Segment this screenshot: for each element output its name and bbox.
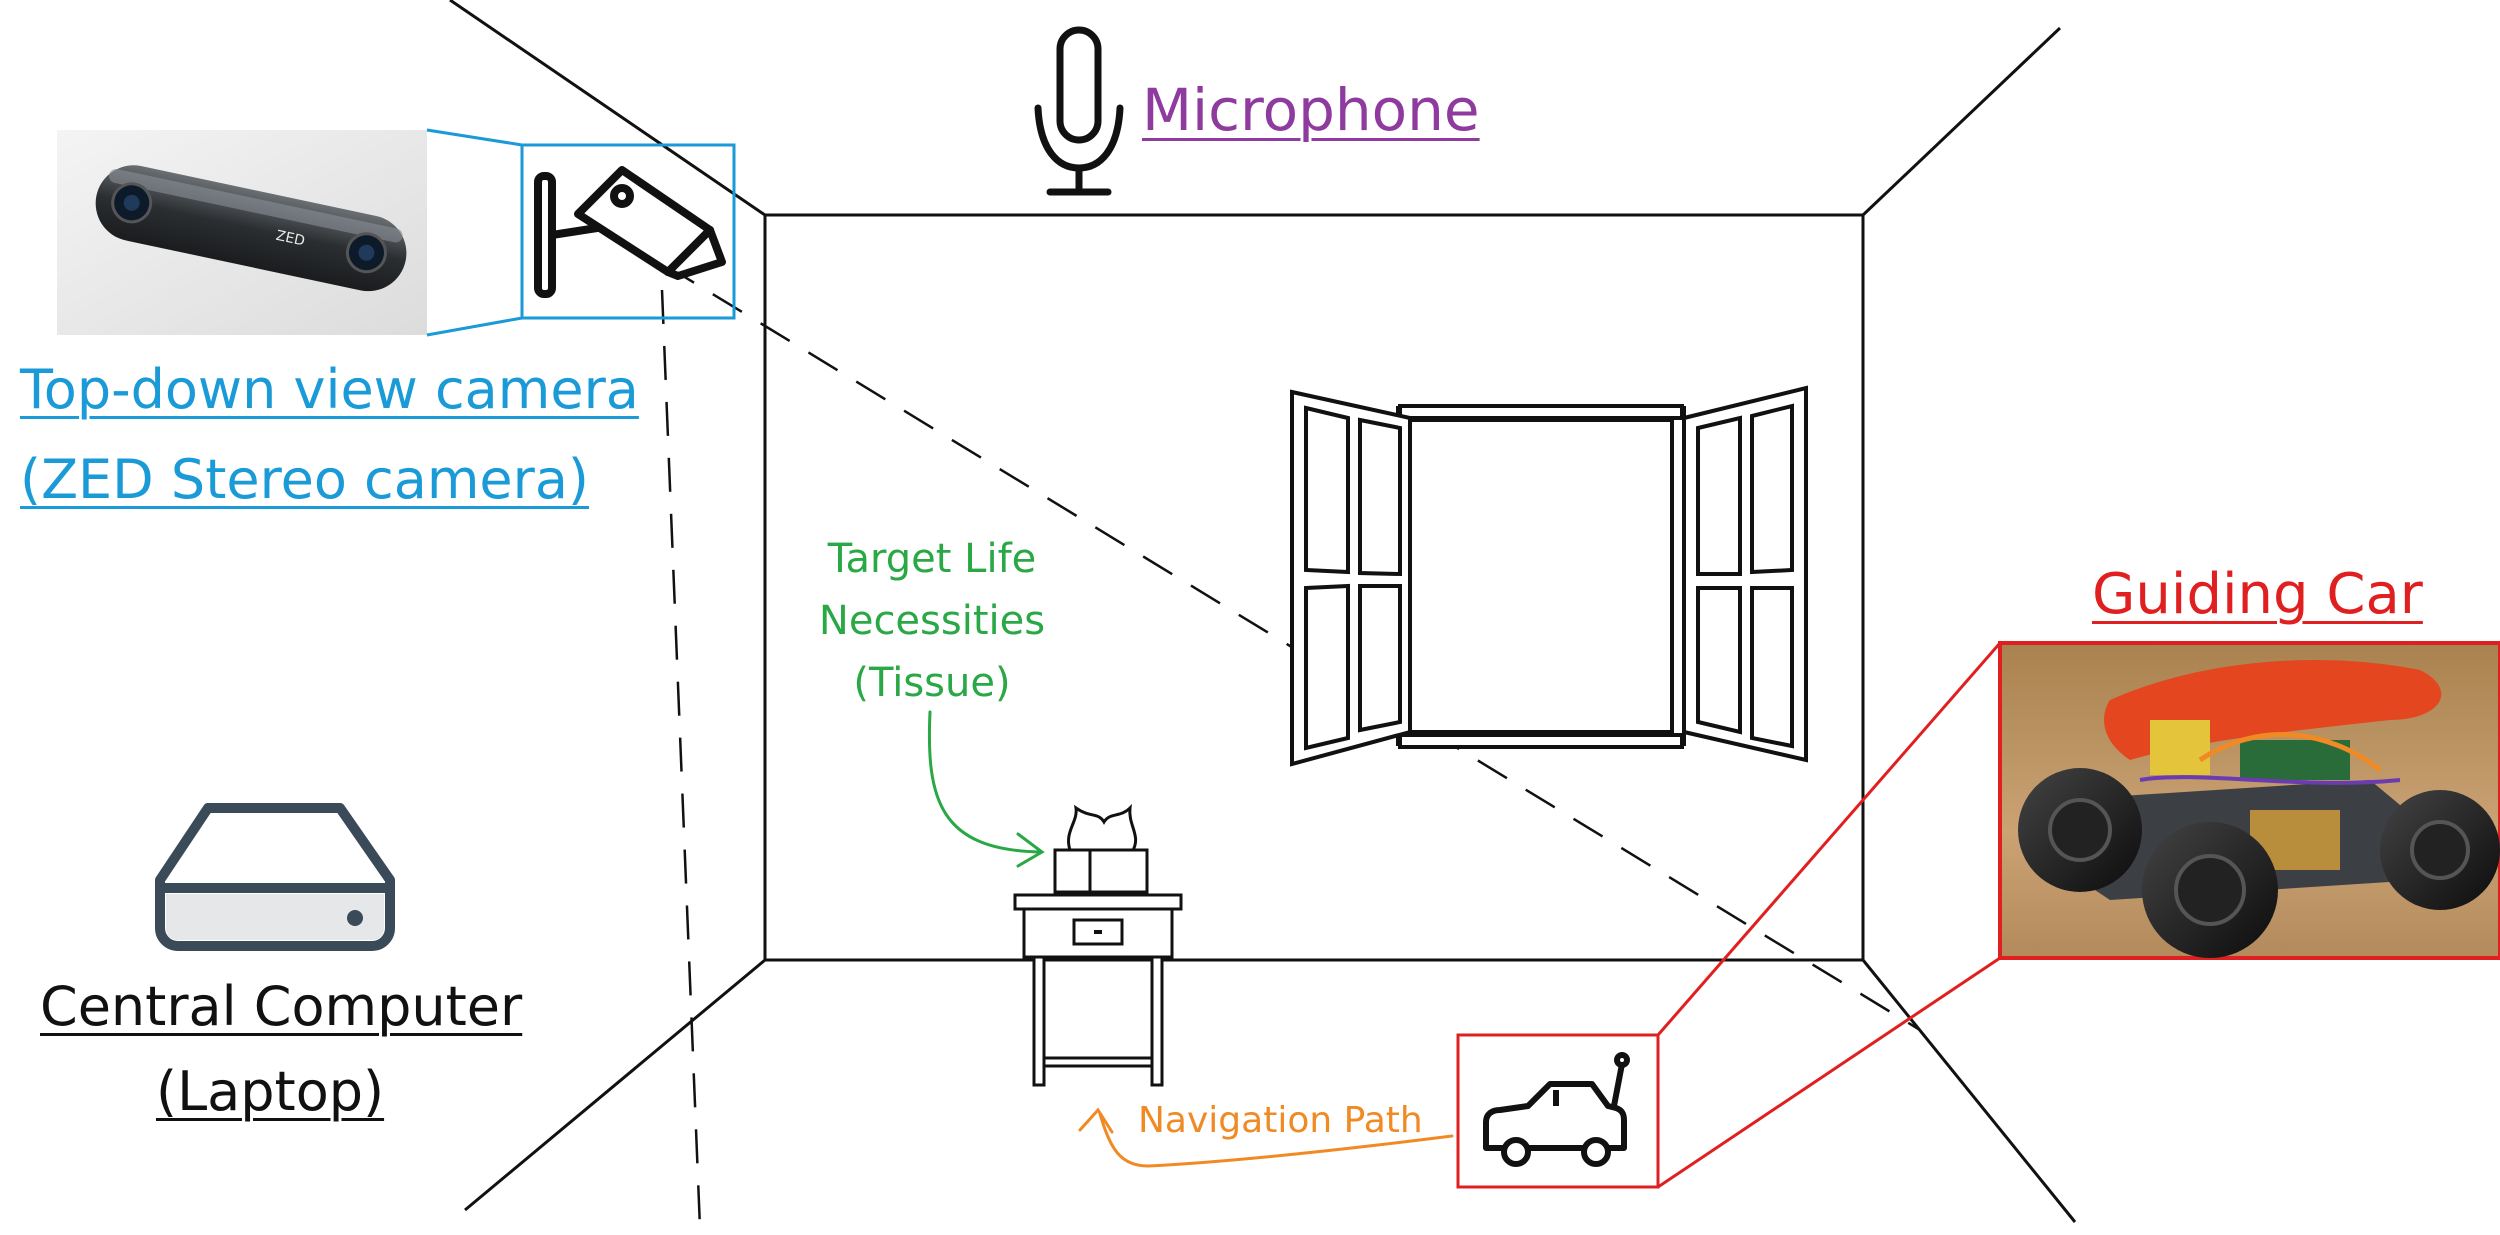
navigation-path-label: Navigation Path bbox=[1138, 1100, 1423, 1141]
mini-computer-icon bbox=[155, 803, 395, 951]
target-label-line3: (Tissue) bbox=[853, 660, 1011, 706]
microphone-label: Microphone bbox=[1142, 76, 1480, 144]
target-label-line2: Necessities bbox=[818, 598, 1046, 644]
computer-label-line2: (Laptop) bbox=[156, 1060, 385, 1123]
open-window bbox=[1290, 385, 1808, 767]
target-pointer-arrow bbox=[927, 710, 1045, 868]
camera-connectors bbox=[426, 128, 523, 337]
room bbox=[449, 0, 2077, 1223]
camera-label-line1: Top-down view camera bbox=[20, 358, 639, 421]
computer-label-line1: Central Computer bbox=[40, 975, 523, 1038]
side-table bbox=[1013, 893, 1183, 1087]
tissue-box bbox=[1053, 803, 1149, 894]
camera-photo: ZED bbox=[57, 130, 427, 335]
guiding-car-label: Guiding Car bbox=[2092, 562, 2423, 627]
guiding-car-photo bbox=[1998, 641, 2500, 960]
target-label-line1: Target Life bbox=[827, 536, 1037, 582]
toy-car-icon bbox=[1456, 1033, 1660, 1189]
room-edge-top-right bbox=[1861, 26, 2062, 217]
camera-label-line2: (ZED Stereo camera) bbox=[20, 448, 590, 511]
room-edge-bottom-right bbox=[1861, 959, 2077, 1223]
microphone-icon bbox=[1034, 26, 1124, 196]
